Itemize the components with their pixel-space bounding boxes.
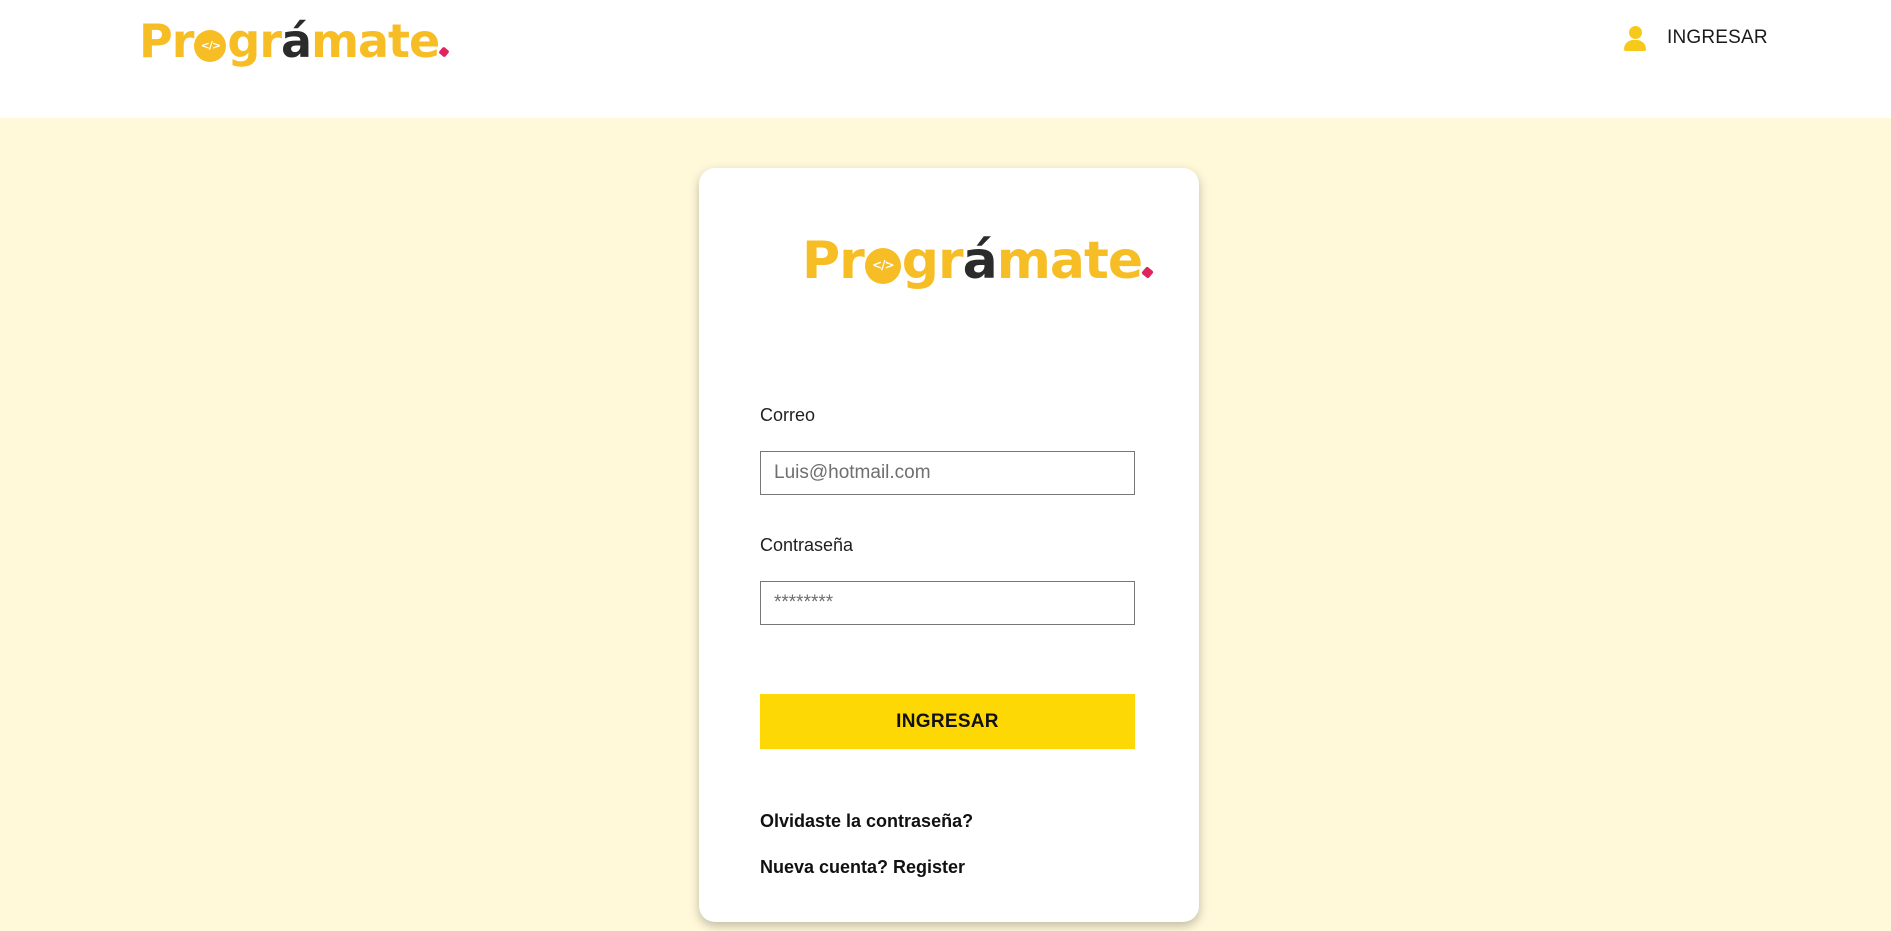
header-logo[interactable]: Prgrámate (139, 18, 450, 64)
header-login-label: INGRESAR (1667, 27, 1768, 48)
login-submit-button[interactable]: INGRESAR (760, 694, 1135, 749)
login-card: Prgrámate Correo Contraseña INGRESAR Olv… (699, 168, 1199, 922)
password-field[interactable] (760, 581, 1135, 625)
top-header: Prgrámate INGRESAR (0, 0, 1891, 118)
user-icon (1622, 24, 1648, 52)
password-label: Contraseña (760, 535, 854, 555)
forgot-password-link[interactable]: Olvidaste la contraseña? (760, 811, 973, 832)
card-logo: Prgrámate (802, 235, 1154, 287)
email-label: Correo (760, 405, 816, 425)
header-login-link[interactable]: INGRESAR (1622, 24, 1768, 52)
register-link[interactable]: Nueva cuenta? Register (760, 857, 965, 878)
email-field[interactable] (760, 451, 1135, 495)
